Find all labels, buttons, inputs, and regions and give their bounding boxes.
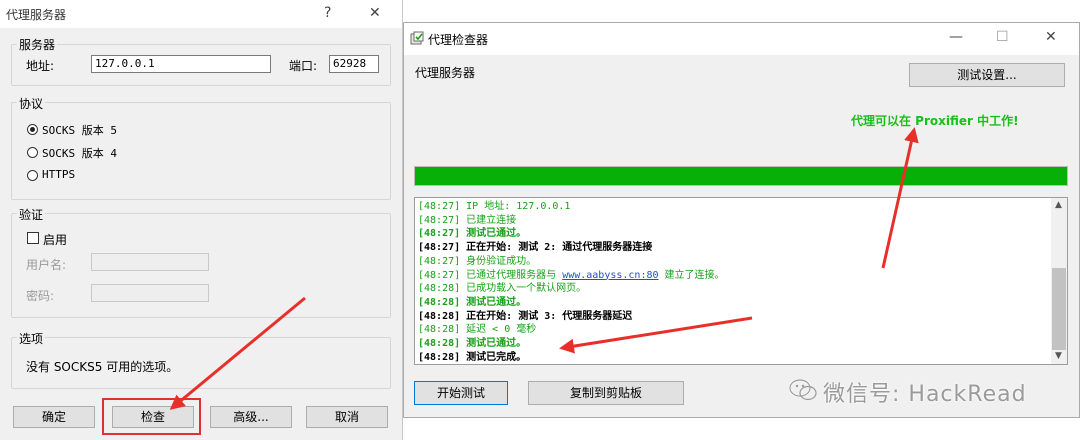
- arrow-to-check-button: [169, 296, 306, 410]
- arrow-to-log: [559, 316, 753, 354]
- arrow-to-result-message: [881, 127, 919, 269]
- annotation-arrows: [169, 127, 919, 410]
